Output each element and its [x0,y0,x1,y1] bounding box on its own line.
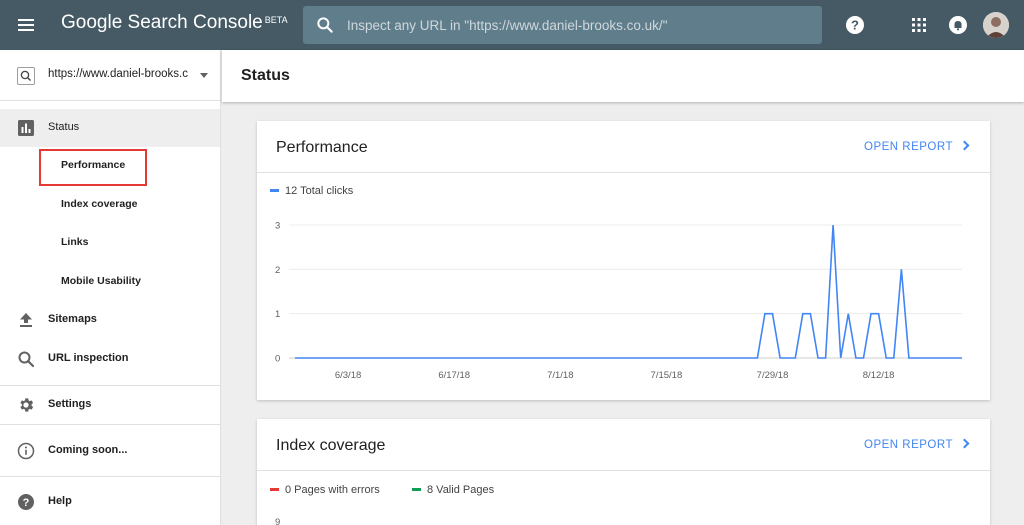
help-icon[interactable]: ? [843,13,867,37]
sidebar-item-help[interactable]: ? Help [0,483,220,521]
series-line-total-clicks [295,224,962,359]
app-title[interactable]: Google Search Console BETA [61,12,288,34]
sidebar-item-sitemaps[interactable]: Sitemaps [0,301,220,339]
sidebar-item-label: Coming soon... [48,444,128,456]
sidebar-item-settings[interactable]: Settings [0,386,220,424]
property-url: https://www.daniel-brooks.c... [48,68,188,80]
sidebar-item-coming-soon[interactable]: Coming soon... [0,432,220,470]
help-icon: ? [18,494,34,510]
avatar-image [983,12,1009,38]
card-title: Index coverage [276,437,386,454]
svg-text:?: ? [23,497,30,509]
upload-icon [20,313,32,327]
x-tick-label: 7/29/18 [757,370,789,381]
legend-swatch [270,487,279,491]
notification-icon[interactable] [946,13,970,37]
sidebar-divider [0,424,220,425]
legend-label: 0 Pages with errors [285,484,380,496]
performance-card: Performance OPEN REPORT 12 Total clicks … [257,121,990,400]
bar-chart-icon [18,120,34,136]
brand-name: Google Search Console [61,12,263,33]
sidebar-item-url-inspection[interactable]: URL inspection [0,340,220,378]
property-search-icon [17,67,35,85]
sidebar-item-label: Links [61,236,89,248]
x-tick-label: 7/15/18 [651,370,683,381]
sidebar-item-label: Status [48,121,80,133]
y-tick-label: 9 [275,517,281,525]
sidebar-subitem-index-coverage[interactable]: Index coverage [0,186,220,224]
page-header: Status [222,50,1024,102]
sidebar-item-label: Sitemaps [48,313,97,325]
sidebar-item-status[interactable]: Status [0,109,220,147]
gear-icon [20,398,34,412]
x-tick-label: 6/17/18 [438,370,470,381]
y-tick-label: 3 [275,221,280,232]
open-report-button[interactable]: OPEN REPORT [864,438,970,451]
legend-errors: 0 Pages with errors [270,484,380,496]
sidebar-item-label: Mobile Usability [61,275,141,287]
legend-valid: 8 Valid Pages [412,484,494,496]
legend-swatch [412,487,421,491]
y-tick-label: 1 [275,309,280,320]
search-icon [18,351,35,368]
card-divider [257,470,990,471]
info-icon [17,442,35,460]
sidebar-item-label: Index coverage [61,198,138,210]
sidebar-item-label: Settings [48,398,92,410]
y-tick-label: 0 [275,354,280,365]
x-tick-label: 7/1/18 [547,370,573,381]
sidebar-subitem-links[interactable]: Links [0,224,220,262]
url-inspection-search[interactable] [303,6,822,44]
sidebar-item-label: URL inspection [48,352,129,364]
avatar[interactable] [983,12,1009,38]
menu-icon[interactable] [14,13,38,37]
sidebar-subitem-mobile-usability[interactable]: Mobile Usability [0,263,220,301]
legend-label: 8 Valid Pages [427,484,495,496]
x-tick-label: 6/3/18 [335,370,361,381]
index-coverage-card: Index coverage OPEN REPORT 0 Pages with … [257,419,990,525]
performance-highlight-box [39,149,147,186]
apps-icon[interactable] [907,13,931,37]
search-icon [317,17,333,33]
top-app-bar: Google Search ConsoleBETA ? [0,0,1024,50]
chevron-right-icon [959,438,970,449]
svg-text:?: ? [851,18,859,33]
sidebar-divider [0,476,220,477]
beta-badge: BETA [264,15,288,25]
x-tick-label: 8/12/18 [863,370,895,381]
sidebar: https://www.daniel-brooks.c... Status Pe… [0,50,221,525]
page-title: Status [241,67,290,84]
property-selector[interactable]: https://www.daniel-brooks.c... [0,50,221,101]
y-tick-label: 2 [275,265,280,276]
sidebar-item-label: Help [48,495,72,507]
performance-chart: 0 1 2 3 6/3/18 6/17/18 7/1/18 7/15/18 7/29/18 8/1… [275,221,962,381]
search-input[interactable] [347,6,807,44]
chevron-down-icon [200,73,208,78]
open-report-label: OPEN REPORT [864,439,953,451]
